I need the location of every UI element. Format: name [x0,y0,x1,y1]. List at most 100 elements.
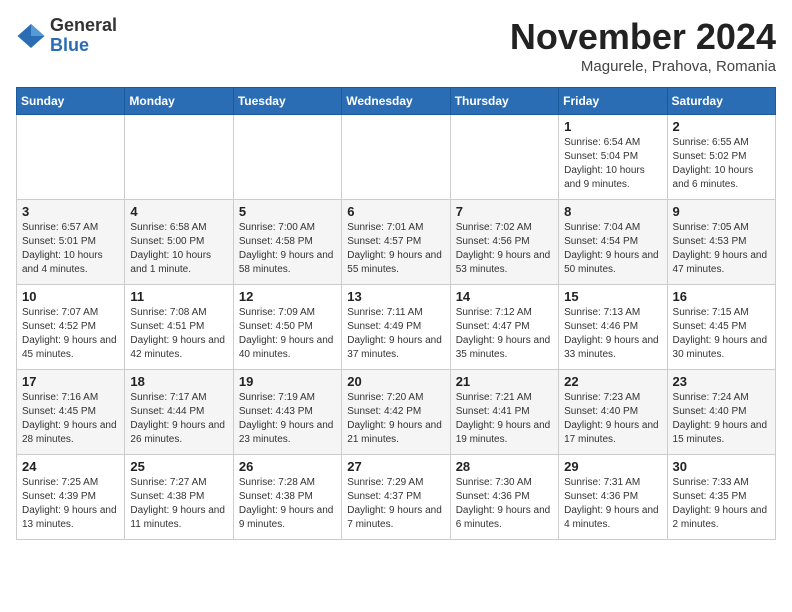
day-number: 7 [456,204,553,219]
day-info: Sunrise: 7:04 AMSunset: 4:54 PMDaylight:… [564,221,661,277]
day-info: Sunrise: 7:17 AMSunset: 4:44 PMDaylight:… [130,391,227,447]
day-info: Sunrise: 6:54 AMSunset: 5:04 PMDaylight:… [564,136,661,192]
day-info: Sunrise: 7:12 AMSunset: 4:47 PMDaylight:… [456,306,553,362]
header: General Blue November 2024 Magurele, Pra… [16,16,776,75]
day-cell: 7 Sunrise: 7:02 AMSunset: 4:56 PMDaylight… [450,200,558,285]
day-cell: 25 Sunrise: 7:27 AMSunset: 4:38 PMDayligh… [125,455,233,540]
day-number: 24 [22,459,119,474]
day-number: 13 [347,289,444,304]
day-cell: 8 Sunrise: 7:04 AMSunset: 4:54 PMDaylight… [559,200,667,285]
day-number: 18 [130,374,227,389]
day-cell: 23 Sunrise: 7:24 AMSunset: 4:40 PMDayligh… [667,370,775,455]
day-info: Sunrise: 7:21 AMSunset: 4:41 PMDaylight:… [456,391,553,447]
day-info: Sunrise: 7:09 AMSunset: 4:50 PMDaylight:… [239,306,336,362]
day-info: Sunrise: 7:33 AMSunset: 4:35 PMDaylight:… [673,476,770,532]
month-title: November 2024 [510,16,776,58]
header-thursday: Thursday [450,88,558,115]
day-number: 26 [239,459,336,474]
day-info: Sunrise: 7:07 AMSunset: 4:52 PMDaylight:… [22,306,119,362]
header-row: SundayMondayTuesdayWednesdayThursdayFrid… [17,88,776,115]
day-cell [342,115,450,200]
calendar-body: 1 Sunrise: 6:54 AMSunset: 5:04 PMDaylight… [17,115,776,540]
day-cell: 24Sunrise: 7:25 AMSunset: 4:39 PMDayligh… [17,455,125,540]
day-info: Sunrise: 7:29 AMSunset: 4:37 PMDaylight:… [347,476,444,532]
logo-general-text: General [50,16,117,36]
day-number: 2 [673,119,770,134]
header-friday: Friday [559,88,667,115]
day-number: 22 [564,374,661,389]
day-info: Sunrise: 7:08 AMSunset: 4:51 PMDaylight:… [130,306,227,362]
day-cell: 17Sunrise: 7:16 AMSunset: 4:45 PMDayligh… [17,370,125,455]
day-cell: 30 Sunrise: 7:33 AMSunset: 4:35 PMDayligh… [667,455,775,540]
day-cell: 11 Sunrise: 7:08 AMSunset: 4:51 PMDayligh… [125,285,233,370]
day-info: Sunrise: 7:00 AMSunset: 4:58 PMDaylight:… [239,221,336,277]
day-cell: 10 Sunrise: 7:07 AMSunset: 4:52 PMDayligh… [17,285,125,370]
week-row-4: 17Sunrise: 7:16 AMSunset: 4:45 PMDayligh… [17,370,776,455]
day-cell: 16Sunrise: 7:15 AMSunset: 4:45 PMDayligh… [667,285,775,370]
day-number: 21 [456,374,553,389]
header-sunday: Sunday [17,88,125,115]
day-cell: 28 Sunrise: 7:30 AMSunset: 4:36 PMDayligh… [450,455,558,540]
day-number: 15 [564,289,661,304]
calendar-table: SundayMondayTuesdayWednesdayThursdayFrid… [16,87,776,540]
week-row-2: 3 Sunrise: 6:57 AMSunset: 5:01 PMDaylight… [17,200,776,285]
day-number: 30 [673,459,770,474]
day-info: Sunrise: 7:13 AMSunset: 4:46 PMDaylight:… [564,306,661,362]
logo-blue-text: Blue [50,36,117,56]
day-info: Sunrise: 6:58 AMSunset: 5:00 PMDaylight:… [130,221,227,277]
day-number: 3 [22,204,119,219]
week-row-1: 1 Sunrise: 6:54 AMSunset: 5:04 PMDaylight… [17,115,776,200]
day-cell: 1 Sunrise: 6:54 AMSunset: 5:04 PMDaylight… [559,115,667,200]
day-info: Sunrise: 7:24 AMSunset: 4:40 PMDaylight:… [673,391,770,447]
day-cell: 6Sunrise: 7:01 AMSunset: 4:57 PMDaylight… [342,200,450,285]
day-info: Sunrise: 7:30 AMSunset: 4:36 PMDaylight:… [456,476,553,532]
day-cell: 29 Sunrise: 7:31 AMSunset: 4:36 PMDayligh… [559,455,667,540]
day-number: 19 [239,374,336,389]
day-number: 9 [673,204,770,219]
day-info: Sunrise: 6:55 AMSunset: 5:02 PMDaylight:… [673,136,770,192]
header-tuesday: Tuesday [233,88,341,115]
day-cell: 14 Sunrise: 7:12 AMSunset: 4:47 PMDayligh… [450,285,558,370]
week-row-5: 24Sunrise: 7:25 AMSunset: 4:39 PMDayligh… [17,455,776,540]
day-cell: 27 Sunrise: 7:29 AMSunset: 4:37 PMDayligh… [342,455,450,540]
logo: General Blue [16,16,117,56]
day-number: 11 [130,289,227,304]
day-cell: 9Sunrise: 7:05 AMSunset: 4:53 PMDaylight… [667,200,775,285]
day-number: 1 [564,119,661,134]
day-cell: 21 Sunrise: 7:21 AMSunset: 4:41 PMDayligh… [450,370,558,455]
day-cell: 26Sunrise: 7:28 AMSunset: 4:38 PMDayligh… [233,455,341,540]
day-info: Sunrise: 7:27 AMSunset: 4:38 PMDaylight:… [130,476,227,532]
day-number: 20 [347,374,444,389]
logo-text: General Blue [50,16,117,56]
day-cell [450,115,558,200]
day-cell [17,115,125,200]
title-area: November 2024 Magurele, Prahova, Romania [510,16,776,75]
day-number: 8 [564,204,661,219]
location-subtitle: Magurele, Prahova, Romania [510,58,776,75]
day-info: Sunrise: 7:20 AMSunset: 4:42 PMDaylight:… [347,391,444,447]
day-number: 25 [130,459,227,474]
day-number: 23 [673,374,770,389]
day-cell: 13 Sunrise: 7:11 AMSunset: 4:49 PMDayligh… [342,285,450,370]
day-number: 16 [673,289,770,304]
day-info: Sunrise: 6:57 AMSunset: 5:01 PMDaylight:… [22,221,119,277]
day-cell [125,115,233,200]
day-cell: 3 Sunrise: 6:57 AMSunset: 5:01 PMDaylight… [17,200,125,285]
day-cell: 2 Sunrise: 6:55 AMSunset: 5:02 PMDaylight… [667,115,775,200]
calendar-header: SundayMondayTuesdayWednesdayThursdayFrid… [17,88,776,115]
day-info: Sunrise: 7:23 AMSunset: 4:40 PMDaylight:… [564,391,661,447]
day-info: Sunrise: 7:11 AMSunset: 4:49 PMDaylight:… [347,306,444,362]
header-wednesday: Wednesday [342,88,450,115]
day-number: 27 [347,459,444,474]
header-saturday: Saturday [667,88,775,115]
day-number: 29 [564,459,661,474]
day-number: 6 [347,204,444,219]
header-monday: Monday [125,88,233,115]
day-number: 14 [456,289,553,304]
day-number: 28 [456,459,553,474]
day-info: Sunrise: 7:31 AMSunset: 4:36 PMDaylight:… [564,476,661,532]
day-number: 12 [239,289,336,304]
day-info: Sunrise: 7:19 AMSunset: 4:43 PMDaylight:… [239,391,336,447]
day-number: 10 [22,289,119,304]
day-info: Sunrise: 7:02 AMSunset: 4:56 PMDaylight:… [456,221,553,277]
